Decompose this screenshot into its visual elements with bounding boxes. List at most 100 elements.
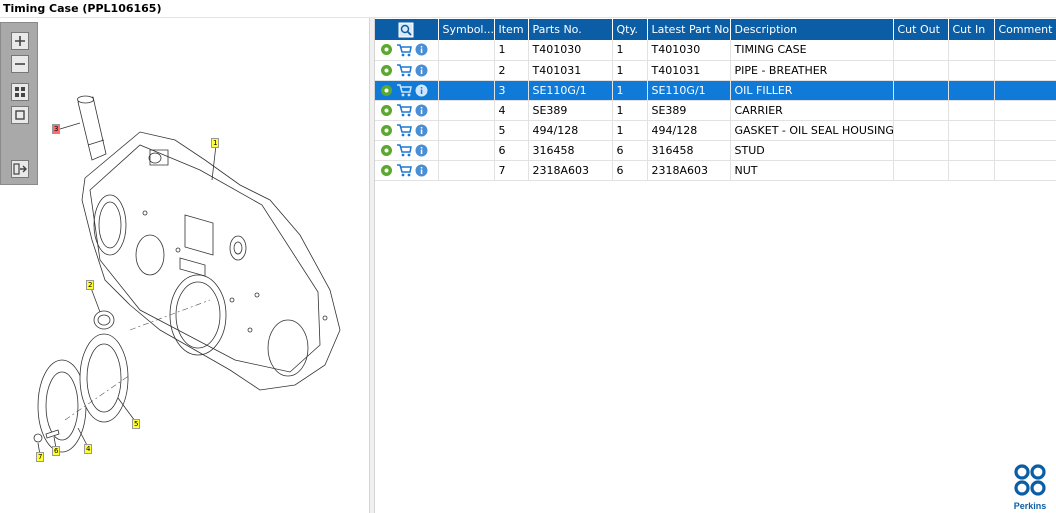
cell-comment (994, 100, 1056, 121)
cart-icon[interactable] (396, 103, 412, 117)
cell-qty: 1 (612, 100, 648, 121)
drawing-pane[interactable]: 1 2 3 4 5 6 7 (0, 18, 369, 513)
table-row[interactable]: 7 2318A603 6 2318A603 NUT (375, 160, 1056, 181)
row-action-icons (375, 160, 439, 181)
title-bar: Timing Case (PPL106165) (0, 0, 1056, 18)
cell-qty: 1 (612, 40, 648, 61)
info-icon[interactable] (415, 84, 428, 97)
callout-5[interactable]: 5 (132, 419, 141, 429)
cell-latest-part-no: T401031 (647, 60, 731, 81)
cell-symbol (438, 60, 495, 81)
cell-cut-in (948, 100, 995, 121)
cell-comment (994, 160, 1056, 181)
table-row-selected[interactable]: 3 SE110G/1 1 SE110G/1 OIL FILLER (375, 80, 1056, 101)
callout-7[interactable]: 7 (36, 452, 45, 462)
exploded-drawing (33, 95, 341, 456)
info-icon[interactable] (415, 164, 428, 177)
cell-description: OIL FILLER (730, 80, 894, 101)
zoom-in-button[interactable] (11, 32, 29, 50)
gear-icon[interactable] (380, 84, 393, 97)
callout-3[interactable]: 3 (52, 124, 61, 134)
cell-latest-part-no: SE389 (647, 100, 731, 121)
cell-description: STUD (730, 140, 894, 161)
column-header-comment[interactable]: Comment (994, 19, 1056, 40)
info-icon[interactable] (415, 144, 428, 157)
callout-6[interactable]: 6 (52, 446, 61, 456)
logo-text: Perkins (1013, 501, 1047, 511)
column-header-description[interactable]: Description (730, 19, 894, 40)
table-header-row: Symbol... Item Parts No. Qty. Latest Par… (375, 19, 1056, 40)
cell-cut-out (893, 140, 949, 161)
table-row[interactable]: 5 494/128 1 494/128 GASKET - OIL SEAL HO… (375, 120, 1056, 141)
cell-cut-in (948, 40, 995, 61)
column-header-qty[interactable]: Qty. (612, 19, 648, 40)
cell-latest-part-no: 494/128 (647, 120, 731, 141)
gear-icon[interactable] (380, 164, 393, 177)
cell-description: NUT (730, 160, 894, 181)
parts-list-table: Symbol... Item Parts No. Qty. Latest Par… (375, 19, 1056, 181)
perkins-logo: Perkins (1008, 463, 1052, 511)
cell-part-no: SE389 (528, 100, 613, 121)
column-header-actions[interactable] (375, 19, 439, 40)
window-title: Timing Case (PPL106165) (3, 2, 162, 15)
cell-symbol (438, 160, 495, 181)
cell-comment (994, 120, 1056, 141)
cell-qty: 6 (612, 160, 648, 181)
cart-icon[interactable] (396, 123, 412, 137)
column-header-latest-part-no[interactable]: Latest Part No. (647, 19, 731, 40)
column-header-cut-in[interactable]: Cut In (948, 19, 995, 40)
cart-icon[interactable] (396, 63, 412, 77)
table-row[interactable]: 2 T401031 1 T401031 PIPE - BREATHER (375, 60, 1056, 81)
info-icon[interactable] (415, 104, 428, 117)
column-header-parts-no[interactable]: Parts No. (528, 19, 613, 40)
cell-part-no: T401031 (528, 60, 613, 81)
info-icon[interactable] (415, 64, 428, 77)
gear-icon[interactable] (380, 43, 393, 56)
info-icon[interactable] (415, 124, 428, 137)
list-arrow-icon (13, 163, 27, 175)
cart-icon[interactable] (396, 163, 412, 177)
cell-symbol (438, 120, 495, 141)
column-header-item[interactable]: Item (494, 19, 529, 40)
cell-item: 3 (494, 80, 529, 101)
callout-4[interactable]: 4 (84, 444, 93, 454)
minus-icon (15, 63, 25, 65)
toggle-list-button[interactable] (11, 160, 29, 178)
gear-icon[interactable] (380, 144, 393, 157)
cell-symbol (438, 80, 495, 101)
cell-qty: 6 (612, 140, 648, 161)
cart-icon[interactable] (396, 143, 412, 157)
cell-description: CARRIER (730, 100, 894, 121)
cart-icon[interactable] (396, 43, 412, 57)
callout-1[interactable]: 1 (211, 138, 220, 148)
cell-item: 4 (494, 100, 529, 121)
cell-cut-in (948, 80, 995, 101)
cell-description: PIPE - BREATHER (730, 60, 894, 81)
fit-all-button[interactable] (11, 83, 29, 101)
cell-cut-in (948, 60, 995, 81)
cell-cut-out (893, 40, 949, 61)
cell-cut-out (893, 100, 949, 121)
column-header-symbol[interactable]: Symbol... (438, 19, 495, 40)
cell-latest-part-no: 2318A603 (647, 160, 731, 181)
gear-icon[interactable] (380, 104, 393, 117)
cell-part-no: T401030 (528, 40, 613, 61)
cell-qty: 1 (612, 60, 648, 81)
table-row[interactable]: 6 316458 6 316458 STUD (375, 140, 1056, 161)
callout-2[interactable]: 2 (86, 280, 95, 290)
cart-icon[interactable] (396, 83, 412, 97)
cell-comment (994, 40, 1056, 61)
actual-size-button[interactable] (11, 106, 29, 124)
table-row[interactable]: 1 T401030 1 T401030 TIMING CASE (375, 40, 1056, 61)
cell-item: 5 (494, 120, 529, 141)
info-icon[interactable] (415, 43, 428, 56)
column-header-cut-out[interactable]: Cut Out (893, 19, 949, 40)
row-action-icons (375, 40, 439, 61)
table-row[interactable]: 4 SE389 1 SE389 CARRIER (375, 100, 1056, 121)
cell-comment (994, 80, 1056, 101)
cell-qty: 1 (612, 80, 648, 101)
gear-icon[interactable] (380, 64, 393, 77)
gear-icon[interactable] (380, 124, 393, 137)
cell-symbol (438, 40, 495, 61)
zoom-out-button[interactable] (11, 55, 29, 73)
